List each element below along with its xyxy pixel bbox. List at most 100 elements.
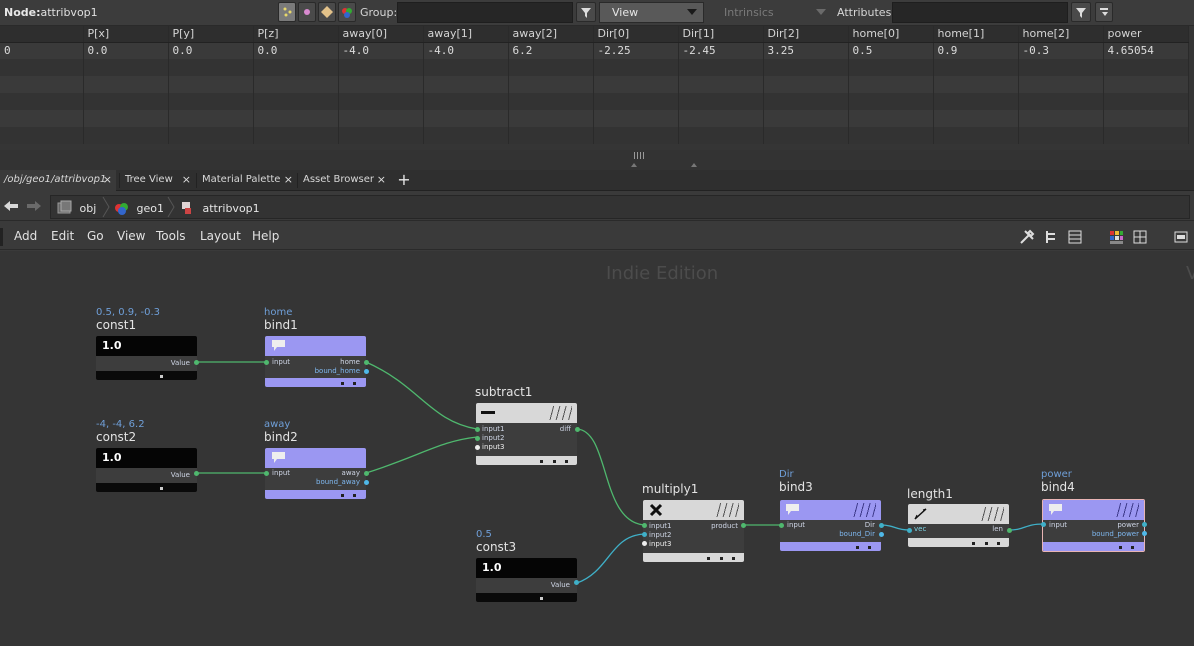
output-port[interactable] bbox=[741, 523, 746, 528]
input-port[interactable] bbox=[264, 360, 269, 365]
close-icon[interactable]: × bbox=[284, 173, 293, 186]
output-port[interactable] bbox=[364, 369, 369, 374]
attributes-input[interactable] bbox=[892, 2, 1068, 23]
menu-view[interactable]: View bbox=[117, 229, 145, 243]
panel-icon[interactable] bbox=[1173, 229, 1189, 248]
node-bind3[interactable]: Dir bind3 input Dir bound_Dir bbox=[779, 469, 884, 553]
wire bbox=[1008, 523, 1044, 531]
breadcrumb-geo1[interactable]: geo1 bbox=[113, 196, 164, 218]
output-port[interactable] bbox=[194, 471, 199, 476]
input-port[interactable] bbox=[264, 471, 269, 476]
output-port[interactable] bbox=[364, 471, 369, 476]
input-port[interactable] bbox=[642, 532, 647, 537]
output-port[interactable] bbox=[364, 480, 369, 485]
output-port[interactable] bbox=[879, 532, 884, 537]
column-header[interactable]: Dir[0] bbox=[593, 26, 679, 43]
collapse-up-icon[interactable] bbox=[631, 163, 637, 167]
column-header[interactable]: home[2] bbox=[1018, 26, 1104, 43]
output-port-label: Value bbox=[170, 471, 190, 479]
input-port[interactable] bbox=[475, 445, 480, 450]
input-port[interactable] bbox=[907, 528, 912, 533]
length-icon bbox=[914, 508, 927, 520]
node-const1[interactable]: 0.5, 0.9, -0.3 const1 1.0 Value bbox=[96, 307, 199, 381]
close-icon[interactable]: × bbox=[377, 173, 386, 186]
forward-arrow-icon[interactable] bbox=[25, 199, 43, 216]
input-port[interactable] bbox=[475, 427, 480, 432]
empty-row bbox=[0, 93, 1189, 110]
options-icon[interactable] bbox=[1095, 2, 1113, 22]
node-const2[interactable]: -4, -4, 6.2 const2 1.0 Value bbox=[96, 419, 199, 493]
node-length1[interactable]: length1 vec len bbox=[907, 487, 1012, 549]
output-port[interactable] bbox=[575, 427, 580, 432]
primitives-mode-icon[interactable] bbox=[318, 2, 336, 22]
points-mode-icon[interactable] bbox=[278, 2, 296, 22]
output-port[interactable] bbox=[194, 360, 199, 365]
layout-icon[interactable] bbox=[1132, 229, 1148, 248]
column-header[interactable]: away[1] bbox=[423, 26, 509, 43]
menu-add[interactable]: Add bbox=[14, 229, 37, 243]
output-port[interactable] bbox=[1142, 531, 1147, 536]
column-header[interactable]: home[1] bbox=[933, 26, 1019, 43]
node-bind2[interactable]: away bind2 input away bound_away bbox=[264, 419, 369, 503]
breadcrumb-obj[interactable]: obj bbox=[56, 196, 96, 218]
input-port[interactable] bbox=[475, 436, 480, 441]
tab-tree-view[interactable]: Tree View × bbox=[121, 170, 195, 191]
attributes-filter-icon[interactable] bbox=[1071, 2, 1091, 22]
breadcrumb-attribvop1[interactable]: attribvop1 bbox=[179, 196, 260, 218]
column-header[interactable]: P[x] bbox=[83, 26, 169, 43]
input-port[interactable] bbox=[779, 523, 784, 528]
add-tab-button[interactable]: + bbox=[397, 170, 411, 189]
menu-help[interactable]: Help bbox=[252, 229, 279, 243]
pane-divider[interactable] bbox=[0, 150, 1194, 170]
group-input[interactable] bbox=[397, 2, 573, 23]
node-name: bind2 bbox=[264, 430, 298, 444]
output-port[interactable] bbox=[574, 580, 579, 585]
column-header[interactable]: power bbox=[1103, 26, 1189, 43]
node-multiply1[interactable]: multiply1 input1 input2 input3 product bbox=[642, 482, 746, 564]
collapse-up-icon[interactable] bbox=[691, 163, 697, 167]
pane-grip-icon[interactable] bbox=[634, 152, 644, 159]
tab-asset-browser[interactable]: Asset Browser × bbox=[299, 170, 390, 191]
list-icon[interactable] bbox=[1067, 229, 1083, 248]
view-select[interactable]: View bbox=[599, 2, 704, 23]
column-header[interactable]: P[z] bbox=[253, 26, 339, 43]
column-header[interactable]: home[0] bbox=[848, 26, 934, 43]
menu-layout[interactable]: Layout bbox=[200, 229, 241, 243]
input-port[interactable] bbox=[642, 523, 647, 528]
node-bind1[interactable]: home bind1 input home bound_home bbox=[264, 307, 369, 391]
tab-network-editor[interactable]: /obj/geo1/attribvop1 × bbox=[0, 170, 116, 191]
tab-material-palette[interactable]: Material Palette × bbox=[198, 170, 297, 191]
node-subtract1[interactable]: subtract1 input1 input2 input3 diff bbox=[475, 385, 580, 467]
output-port[interactable] bbox=[1142, 522, 1147, 527]
detail-mode-icon[interactable] bbox=[338, 2, 356, 22]
output-port-label: len bbox=[992, 525, 1003, 533]
node-const3[interactable]: 0.5 const3 1.0 Value bbox=[476, 529, 579, 603]
network-canvas[interactable]: Indie Edition V 0.5, 0.9, -0.3 const1 1.… bbox=[0, 251, 1194, 646]
obj-icon bbox=[57, 200, 72, 214]
node-bind4[interactable]: power bind4 input power bound_power bbox=[1041, 469, 1147, 555]
output-port[interactable] bbox=[1007, 528, 1012, 533]
tree-icon[interactable] bbox=[1043, 229, 1059, 248]
group-filter-icon[interactable] bbox=[576, 2, 596, 22]
column-header[interactable]: Dir[1] bbox=[678, 26, 764, 43]
menu-edit[interactable]: Edit bbox=[51, 229, 74, 243]
column-header[interactable]: Dir[2] bbox=[763, 26, 849, 43]
back-arrow-icon[interactable] bbox=[2, 199, 20, 216]
node-name: const2 bbox=[96, 430, 137, 444]
vertices-mode-icon[interactable] bbox=[298, 2, 316, 22]
input-port[interactable] bbox=[1041, 522, 1046, 527]
close-icon[interactable]: × bbox=[103, 173, 112, 186]
tools-icon[interactable] bbox=[1019, 229, 1037, 248]
column-header[interactable]: away[2] bbox=[508, 26, 594, 43]
column-header[interactable] bbox=[0, 26, 84, 43]
output-port[interactable] bbox=[364, 360, 369, 365]
column-header[interactable]: away[0] bbox=[338, 26, 424, 43]
output-port[interactable] bbox=[879, 523, 884, 528]
grid-color-icon[interactable] bbox=[1108, 229, 1124, 248]
column-header[interactable]: P[y] bbox=[168, 26, 254, 43]
menu-go[interactable]: Go bbox=[87, 229, 104, 243]
close-icon[interactable]: × bbox=[182, 173, 191, 186]
table-row[interactable]: 0 0.0 0.0 0.0 -4.0 -4.0 6.2 -2.25 -2.45 … bbox=[0, 42, 1189, 59]
menu-tools[interactable]: Tools bbox=[156, 229, 186, 243]
input-port[interactable] bbox=[642, 541, 647, 546]
